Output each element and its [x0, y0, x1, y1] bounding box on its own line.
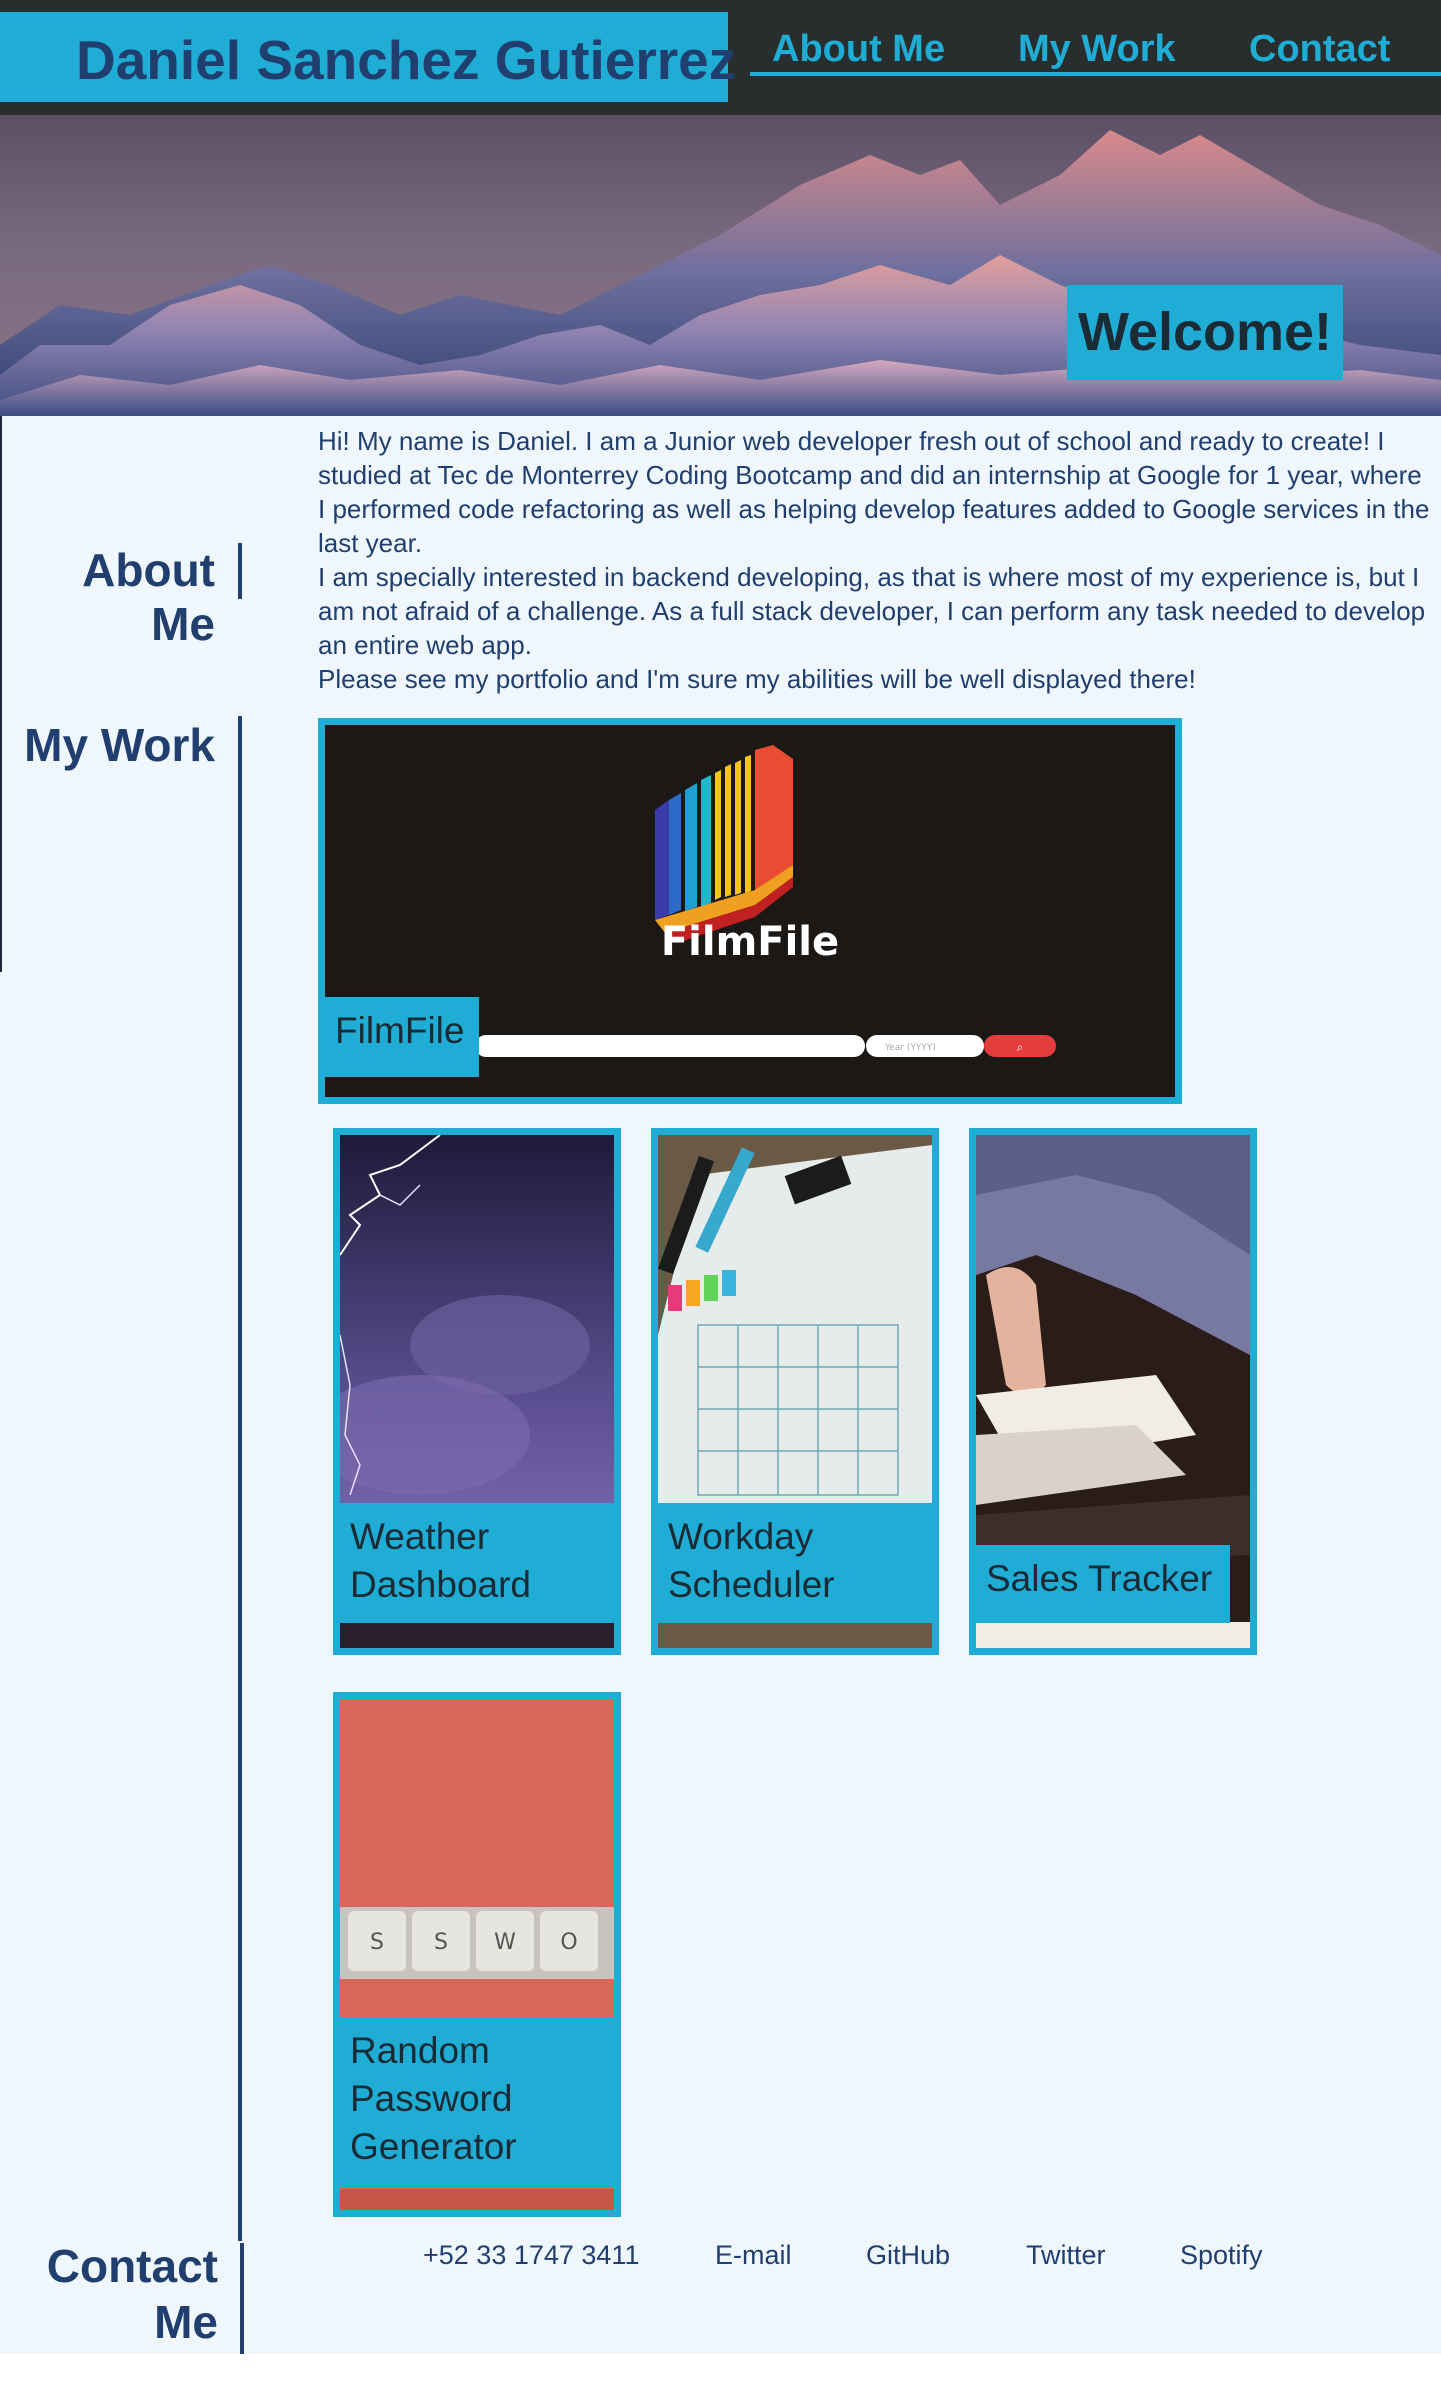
contact-phone-link[interactable]: +52 33 1747 3411: [423, 2240, 639, 2271]
nav-link-about[interactable]: About Me: [772, 28, 945, 71]
about-heading: About Me: [82, 544, 215, 650]
project-card-scheduler[interactable]: Workday Scheduler: [651, 1128, 939, 1655]
contact-github-link[interactable]: GitHub: [866, 2240, 950, 2271]
project-label-scheduler: Workday Scheduler: [658, 1503, 932, 1623]
search-icon: ⌕: [1017, 1040, 1024, 1054]
project-label-sales: Sales Tracker: [976, 1545, 1230, 1623]
work-heading: My Work: [24, 719, 215, 771]
about-paragraph-1: Hi! My name is Daniel. I am a Junior web…: [318, 426, 1430, 558]
project-card-weather[interactable]: Weather Dashboard: [333, 1128, 621, 1655]
left-border-line: [0, 416, 2, 972]
project-label-password: Random Password Generator: [340, 2017, 614, 2187]
about-text: Hi! My name is Daniel. I am a Junior web…: [318, 424, 1436, 696]
key-w: W: [494, 1930, 516, 1955]
nav-link-contact[interactable]: Contact: [1249, 28, 1390, 71]
project-label-weather: Weather Dashboard: [340, 1503, 614, 1623]
contact-divider: [240, 2243, 244, 2354]
project-card-sales[interactable]: Sales Tracker: [969, 1128, 1257, 1655]
key-s-1: S: [370, 1930, 384, 1955]
year-placeholder: Year (YYYY): [884, 1043, 936, 1053]
name-banner: Daniel Sanchez Gutierrez: [0, 12, 736, 102]
title-search-field[interactable]: [475, 1035, 865, 1057]
site-header: Daniel Sanchez Gutierrez About Me My Wor…: [0, 0, 1441, 115]
site-title: Daniel Sanchez Gutierrez: [76, 29, 737, 91]
filmfile-logo-text: FilmFile: [661, 919, 839, 965]
about-paragraph-3: Please see my portfolio and I'm sure my …: [318, 664, 1196, 694]
nav-link-work[interactable]: My Work: [1018, 28, 1176, 71]
work-divider: [238, 716, 242, 2241]
project-card-password[interactable]: S S W O Random Password Generator: [333, 1692, 621, 2217]
hero-banner: Welcome!: [0, 115, 1441, 416]
project-card-filmfile[interactable]: FilmFile Year (YYYY) ⌕ FilmFile: [318, 718, 1182, 1104]
key-o: O: [560, 1930, 577, 1955]
contact-email-link[interactable]: E-mail: [715, 2240, 792, 2271]
about-paragraph-2: I am specially interested in backend dev…: [318, 562, 1426, 660]
about-divider: [238, 543, 242, 599]
main-nav: About Me My Work Contact: [750, 28, 1441, 76]
contact-twitter-link[interactable]: Twitter: [1026, 2240, 1106, 2271]
project-label-filmfile: FilmFile: [325, 997, 479, 1077]
key-s-2: S: [434, 1930, 448, 1955]
contact-heading: Contact Me: [46, 2240, 218, 2348]
contact-spotify-link[interactable]: Spotify: [1180, 2240, 1263, 2271]
welcome-badge: Welcome!: [1067, 285, 1343, 380]
